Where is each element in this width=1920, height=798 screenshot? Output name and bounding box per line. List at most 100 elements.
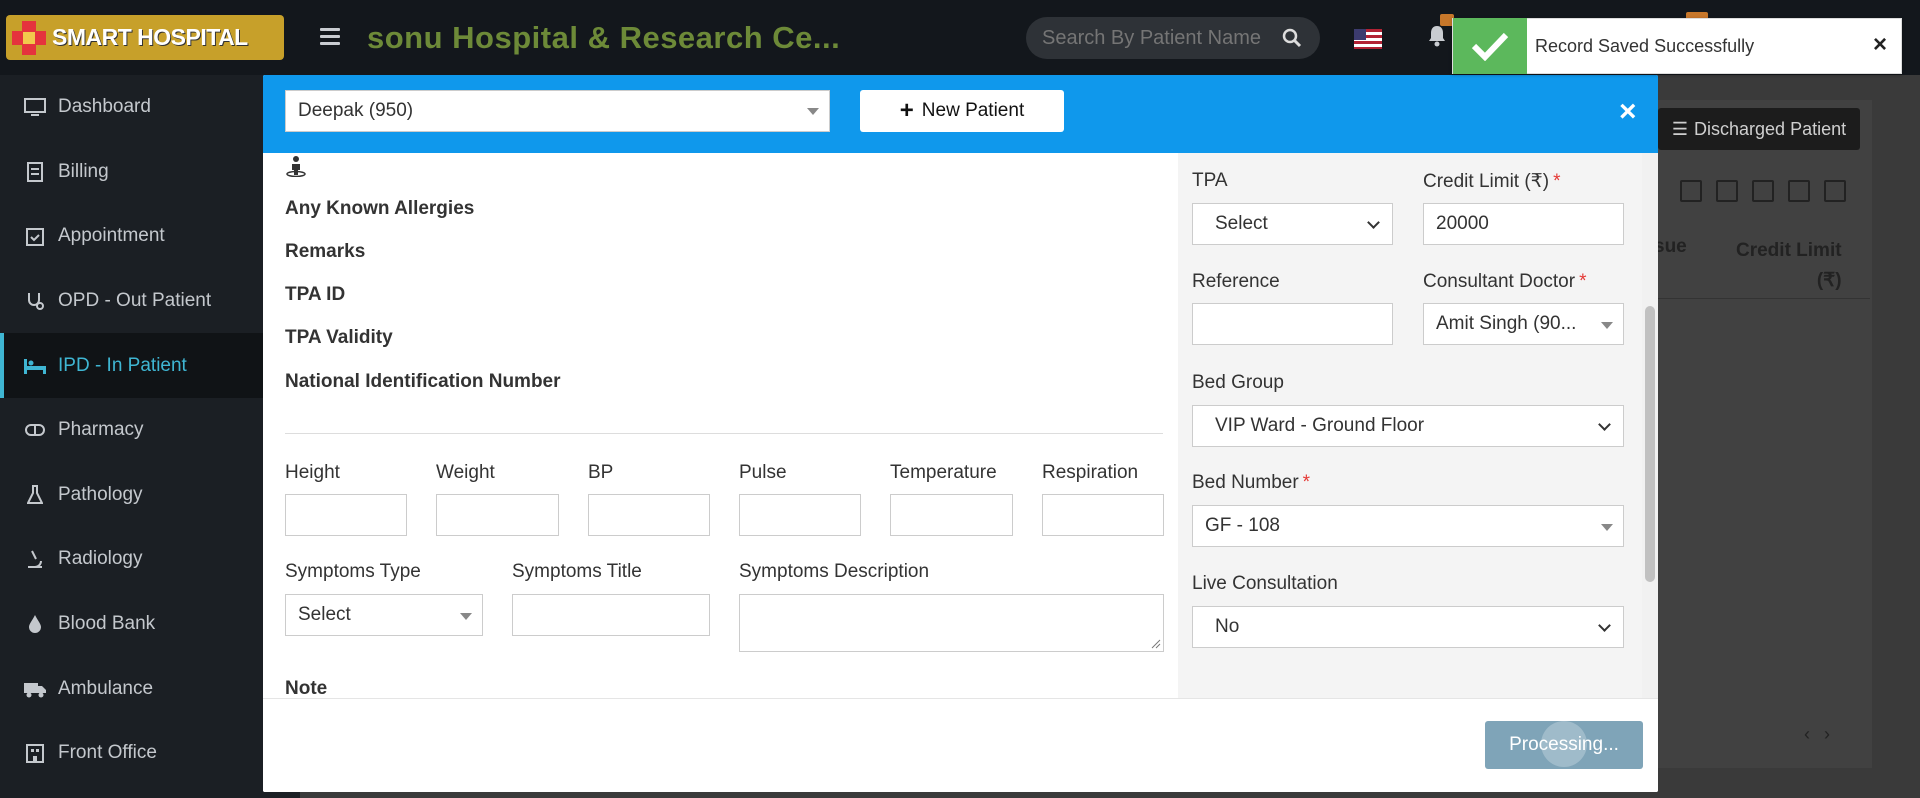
chevron-down-icon [1598,619,1611,632]
consultant-doctor-label-text: Consultant Doctor [1423,271,1576,292]
modal-body: Any Known Allergies Remarks TPA ID TPA V… [263,153,1658,698]
pulse-label: Pulse [739,462,787,483]
resize-handle-icon[interactable] [1151,639,1161,649]
sidebar-item-label: Ambulance [58,677,154,699]
logo-cross-icon [6,15,52,60]
column-header-credit-limit: Credit Limit (₹) [1736,236,1842,296]
consultant-doctor-select[interactable]: Amit Singh (90... [1423,303,1624,345]
credit-limit-input[interactable]: 20000 [1423,203,1624,245]
hospital-name: sonu Hospital & Research Ce... [367,20,841,55]
modal-close-icon[interactable]: × [1619,97,1637,127]
sidebar-item-appointment[interactable]: Appointment [0,204,300,269]
weight-input[interactable] [436,494,559,536]
live-consultation-select[interactable]: No [1192,606,1624,648]
sidebar-item-front-office[interactable]: Front Office [0,721,300,786]
patient-details-column: Any Known Allergies Remarks TPA ID TPA V… [263,153,1178,698]
pagination[interactable]: ‹› [1804,724,1844,745]
respiration-label: Respiration [1042,462,1139,483]
bed-number-select[interactable]: GF - 108 [1192,505,1624,547]
credit-limit-header-line: Credit Limit [1736,240,1842,261]
table-divider [1640,298,1870,299]
new-patient-button[interactable]: + New Patient [860,90,1064,132]
flask-icon [22,484,48,506]
sidebar-item-label: Blood Bank [58,613,156,635]
search-icon[interactable] [1282,28,1302,48]
new-patient-label: New Patient [921,100,1025,121]
sidebar-item-blood-bank[interactable]: Blood Bank [0,592,300,657]
note-label: Note [285,678,328,698]
app-logo[interactable]: SMART HOSPITAL [6,15,284,60]
tpa-select[interactable]: Select [1192,203,1393,245]
height-label: Height [285,462,340,483]
csv-icon[interactable] [1752,180,1774,202]
scrollbar-thumb[interactable] [1645,306,1655,582]
list-icon: ☰ [1671,118,1689,139]
plus-icon: + [899,97,914,124]
reference-label: Reference [1192,271,1280,292]
sidebar-item-radiology[interactable]: Radiology [0,527,300,592]
print-icon[interactable] [1824,180,1846,202]
reference-input[interactable] [1192,303,1393,345]
check-icon [1453,18,1527,74]
chevron-down-icon [807,108,819,115]
logo-text: SMART HOSPITAL [52,24,248,50]
height-input[interactable] [285,494,407,536]
patient-select[interactable]: Deepak (950) [285,90,830,132]
tpa-label: TPA [1192,170,1228,191]
live-consultation-value: No [1215,616,1240,637]
weight-label: Weight [436,462,495,483]
sidebar-item-opd[interactable]: OPD - Out Patient [0,269,300,334]
toast-message: Record Saved Successfully [1535,35,1755,56]
excel-icon[interactable] [1716,180,1738,202]
symptoms-description-textarea[interactable] [739,594,1164,652]
success-toast: Record Saved Successfully × [1452,18,1902,74]
live-consultation-label: Live Consultation [1192,573,1338,594]
admission-details-column: TPA Credit Limit (₹) * Select 20000 Refer… [1178,153,1642,698]
required-marker: * [1579,271,1587,292]
sidebar-item-dashboard[interactable]: Dashboard [0,75,300,140]
bed-group-select[interactable]: VIP Ward - Ground Floor [1192,405,1624,447]
bed-number-label: Bed Number * [1192,472,1310,494]
bp-input[interactable] [588,494,710,536]
required-marker: * [1553,171,1561,192]
pills-icon [22,419,48,441]
menu-toggle-icon[interactable] [320,28,340,46]
search-input[interactable] [1042,26,1262,50]
symptoms-type-select[interactable]: Select [285,594,483,636]
symptoms-title-input[interactable] [512,594,710,636]
bp-label: BP [588,462,614,483]
toast-close-icon[interactable]: × [1873,31,1887,59]
symptoms-type-value: Select [298,604,351,625]
sidebar-item-pharmacy[interactable]: Pharmacy [0,398,300,463]
national-id-label: National Identification Number [285,371,561,392]
tpa-select-value: Select [1215,213,1268,234]
person-icon [286,156,306,177]
modal-footer: Processing... [263,698,1658,792]
consultant-doctor-value: Amit Singh (90... [1436,313,1577,334]
sidebar-item-label: Pharmacy [58,419,144,441]
modal-scrollbar[interactable] [1642,153,1658,698]
drop-icon [22,613,48,635]
receipt-icon [22,161,48,183]
pdf-icon[interactable] [1788,180,1810,202]
respiration-input[interactable] [1042,494,1164,536]
export-icons [1680,180,1846,202]
sidebar-item-label: Radiology [58,548,143,570]
notification-bell-icon[interactable] [1426,24,1448,48]
language-flag-icon[interactable] [1354,29,1382,49]
save-processing-button[interactable]: Processing... [1485,721,1643,769]
sidebar-item-billing[interactable]: Billing [0,140,300,205]
patient-select-value: Deepak (950) [298,100,414,121]
temperature-input[interactable] [890,494,1013,536]
remarks-label: Remarks [285,241,366,262]
temperature-label: Temperature [890,462,997,483]
add-ipd-patient-modal: Deepak (950) + New Patient × Any Known Al… [263,75,1658,792]
symptoms-type-label: Symptoms Type [285,561,421,582]
copy-icon[interactable] [1680,180,1702,202]
sidebar-item-ipd[interactable]: IPD - In Patient [0,333,300,398]
pulse-input[interactable] [739,494,861,536]
sidebar-item-pathology[interactable]: Pathology [0,463,300,528]
discharged-patient-button[interactable]: ☰ Discharged Patient [1658,108,1860,150]
sidebar-item-ambulance[interactable]: Ambulance [0,656,300,721]
chevron-down-icon [460,613,472,620]
